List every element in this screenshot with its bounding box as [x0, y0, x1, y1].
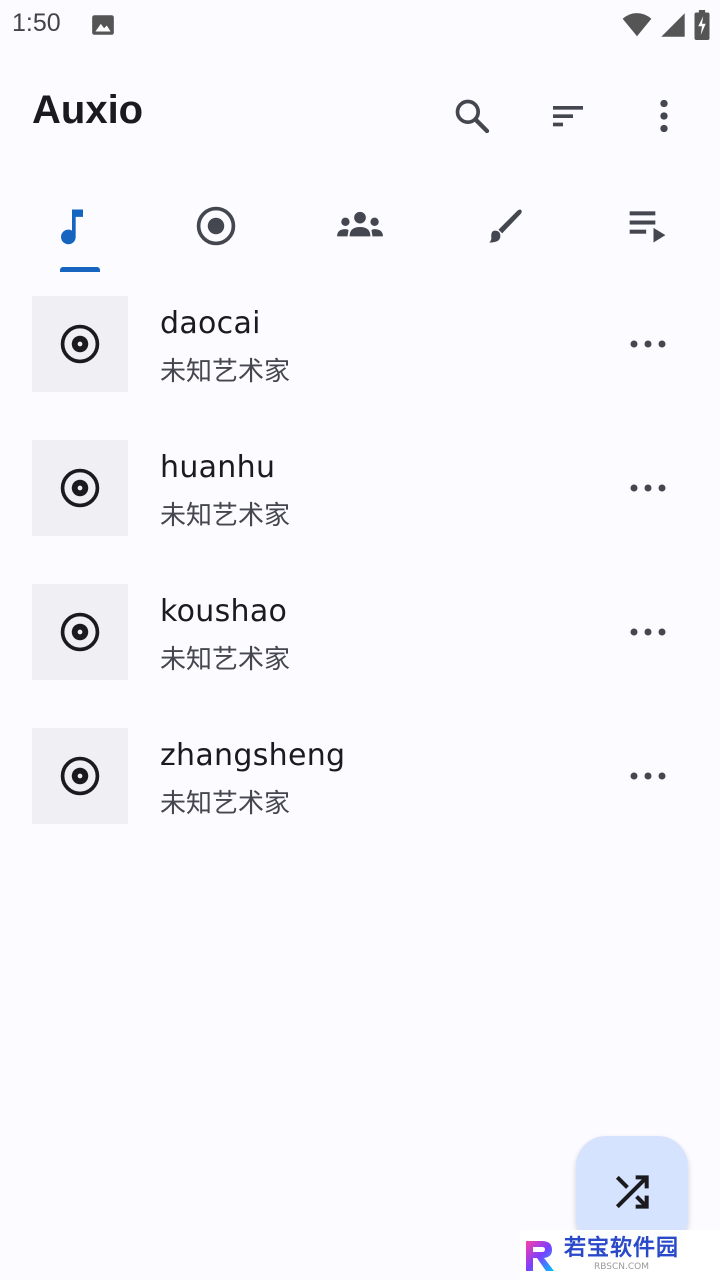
more-options-button[interactable] [636, 88, 692, 144]
people-icon [337, 211, 383, 237]
shuffle-icon [615, 1175, 649, 1209]
tab-songs[interactable] [0, 180, 144, 272]
more-vert-icon [660, 99, 668, 133]
watermark-subtext: RBSCN.COM [594, 1262, 649, 1272]
tab-artists[interactable] [288, 180, 432, 272]
app-bar: Auxio [0, 70, 720, 158]
album-art [32, 584, 128, 680]
watermark-text: 若宝软件园 [564, 1236, 680, 1261]
album-art [32, 440, 128, 536]
album-art [32, 296, 128, 392]
song-artist: 未知艺术家 [160, 501, 291, 531]
song-title: huanhu [160, 450, 276, 485]
song-title: daocai [160, 306, 261, 341]
screen: 1:50 Auxio daocai 未知艺术家 huanhu 未知艺术家 kou… [0, 0, 720, 1280]
song-artist: 未知艺术家 [160, 645, 291, 675]
app-title: Auxio [32, 88, 144, 132]
watermark: 若宝软件园 RBSCN.COM [520, 1230, 720, 1280]
song-artist: 未知艺术家 [160, 789, 291, 819]
tab-genres[interactable] [432, 180, 576, 272]
song-menu-button[interactable] [616, 748, 680, 804]
playlist-play-icon [629, 211, 666, 243]
music-note-icon [61, 209, 83, 245]
watermark-logo-icon [526, 1241, 554, 1271]
search-button[interactable] [444, 88, 500, 144]
album-icon [60, 324, 100, 364]
more-horiz-icon [630, 484, 666, 492]
album-icon [60, 612, 100, 652]
list-item[interactable]: daocai 未知艺术家 [0, 296, 720, 440]
more-horiz-icon [630, 340, 666, 348]
tab-playlists[interactable] [576, 180, 720, 272]
sort-icon [553, 106, 583, 127]
song-menu-button[interactable] [616, 604, 680, 660]
photo-icon [92, 15, 114, 35]
status-time: 1:50 [12, 9, 61, 37]
tab-albums[interactable] [144, 180, 288, 272]
tab-selected-indicator [60, 267, 100, 272]
signal-icon [661, 13, 685, 37]
list-item[interactable]: zhangsheng 未知艺术家 [0, 728, 720, 872]
album-art [32, 728, 128, 824]
song-title: koushao [160, 594, 288, 629]
list-item[interactable]: huanhu 未知艺术家 [0, 440, 720, 584]
list-item[interactable]: koushao 未知艺术家 [0, 584, 720, 728]
search-icon [455, 99, 490, 134]
sort-button[interactable] [540, 88, 596, 144]
song-menu-button[interactable] [616, 460, 680, 516]
album-icon [60, 468, 100, 508]
song-menu-button[interactable] [616, 316, 680, 372]
more-horiz-icon [630, 628, 666, 636]
status-bar: 1:50 [0, 0, 720, 50]
status-icons [622, 10, 710, 40]
song-title: zhangsheng [160, 738, 346, 773]
brush-icon [489, 209, 522, 243]
song-artist: 未知艺术家 [160, 357, 291, 387]
more-horiz-icon [630, 772, 666, 780]
tab-bar [0, 180, 720, 272]
wifi-icon [622, 13, 652, 37]
album-icon [60, 756, 100, 796]
album-icon [196, 206, 236, 246]
song-list: daocai 未知艺术家 huanhu 未知艺术家 koushao 未知艺术家 … [0, 296, 720, 872]
battery-charging-icon [694, 10, 710, 40]
